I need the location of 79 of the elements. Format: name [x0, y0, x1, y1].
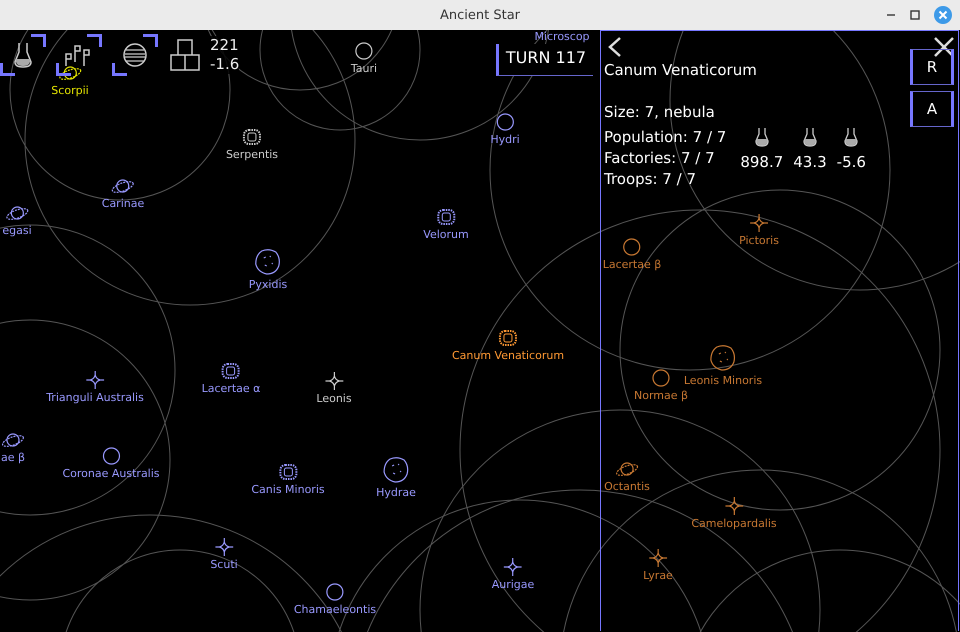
- star-icon[interactable]: [725, 497, 743, 515]
- factories-button[interactable]: [56, 34, 102, 76]
- ringed-planet-icon[interactable]: [58, 64, 82, 82]
- turn-counter: TURN 117: [496, 44, 593, 76]
- star-name: Hydri: [490, 133, 520, 146]
- star-name: Carinae: [102, 197, 144, 210]
- star-name: egasi: [2, 224, 32, 237]
- star-name: Octantis: [604, 480, 650, 493]
- ringed-planet-icon[interactable]: [615, 460, 639, 478]
- maximize-icon[interactable]: [910, 10, 920, 20]
- planet-stat: Population: 7 / 7: [604, 127, 726, 148]
- research-button[interactable]: [0, 34, 46, 76]
- nebula-icon[interactable]: [498, 329, 518, 347]
- star-name: Canum Venaticorum: [452, 349, 564, 362]
- output-value: -5.6: [836, 153, 866, 171]
- planet-name: Canum Venaticorum: [604, 61, 758, 79]
- star-name: Normae β: [634, 389, 688, 402]
- close-icon[interactable]: [934, 37, 954, 57]
- star-name: Canis Minoris: [251, 483, 325, 496]
- planet-icon: [122, 42, 148, 68]
- planet-size: Size: 7, nebula: [604, 103, 716, 121]
- star-name: Microscop: [534, 30, 590, 43]
- planet-stat: Troops: 7 / 7: [604, 169, 697, 190]
- back-icon[interactable]: [608, 37, 622, 57]
- star-name: Tauri: [350, 62, 378, 75]
- star-icon[interactable]: [215, 538, 233, 556]
- action-button[interactable]: A: [910, 91, 954, 127]
- star-name: Chamaeleontis: [294, 603, 376, 616]
- star-name: Lacertae β: [602, 258, 662, 271]
- star-name: Hydrae: [376, 486, 416, 499]
- planet-stat: Factories: 7 / 7: [604, 148, 716, 169]
- resource-change: -1.6: [210, 55, 240, 74]
- star-name: Leonis Minoris: [684, 374, 762, 387]
- star-name: Lacertae α: [202, 382, 260, 395]
- star-name: Pictoris: [739, 234, 779, 247]
- star-icon[interactable]: [86, 371, 104, 389]
- ringed-planet-icon[interactable]: [1, 431, 25, 449]
- star-name: Leonis: [316, 392, 352, 405]
- resource-total: 221: [210, 36, 240, 55]
- flask-icon: [802, 127, 818, 147]
- nebula-icon[interactable]: [436, 208, 456, 226]
- planets-button[interactable]: [112, 34, 158, 76]
- asteroid-icon[interactable]: [254, 248, 282, 276]
- star-icon[interactable]: [750, 214, 768, 232]
- star-name: Serpentis: [226, 148, 278, 161]
- flask-icon: [843, 127, 860, 147]
- nebula-icon[interactable]: [221, 362, 241, 380]
- asteroid-icon[interactable]: [382, 456, 410, 484]
- circle-icon[interactable]: [623, 238, 641, 256]
- star-icon[interactable]: [325, 372, 343, 390]
- nebula-icon[interactable]: [278, 463, 298, 481]
- ringed-planet-icon[interactable]: [5, 204, 29, 222]
- circle-icon[interactable]: [102, 447, 120, 465]
- ringed-planet-icon[interactable]: [111, 177, 135, 195]
- star-name: Scuti: [210, 558, 238, 571]
- output-value: 43.3: [793, 153, 827, 171]
- output-value: 898.7: [740, 153, 784, 171]
- star-name: Lyrae: [643, 569, 673, 582]
- action-button[interactable]: R: [910, 49, 954, 85]
- flask-icon: [13, 42, 33, 68]
- nebula-icon[interactable]: [242, 128, 262, 146]
- star-name: ae β: [0, 451, 26, 464]
- star-name: Velorum: [423, 228, 469, 241]
- circle-icon[interactable]: [326, 583, 344, 601]
- star-name: Trianguli Australis: [46, 391, 144, 404]
- circle-icon[interactable]: [652, 369, 670, 387]
- star-name: Pyxidis: [248, 278, 288, 291]
- asteroid-icon[interactable]: [709, 344, 737, 372]
- stacked-boxes-icon: [170, 39, 200, 71]
- star-name: Scorpii: [51, 84, 89, 97]
- circle-icon[interactable]: [355, 42, 373, 60]
- star-name: Camelopardalis: [691, 517, 777, 530]
- window-title: Ancient Star: [440, 8, 520, 22]
- star-icon[interactable]: [504, 558, 522, 576]
- circle-icon[interactable]: [496, 113, 514, 131]
- flask-icon: [754, 127, 770, 147]
- star-name: Coronae Australis: [62, 467, 160, 480]
- star-name: Aurigae: [492, 578, 534, 591]
- star-icon[interactable]: [649, 549, 667, 567]
